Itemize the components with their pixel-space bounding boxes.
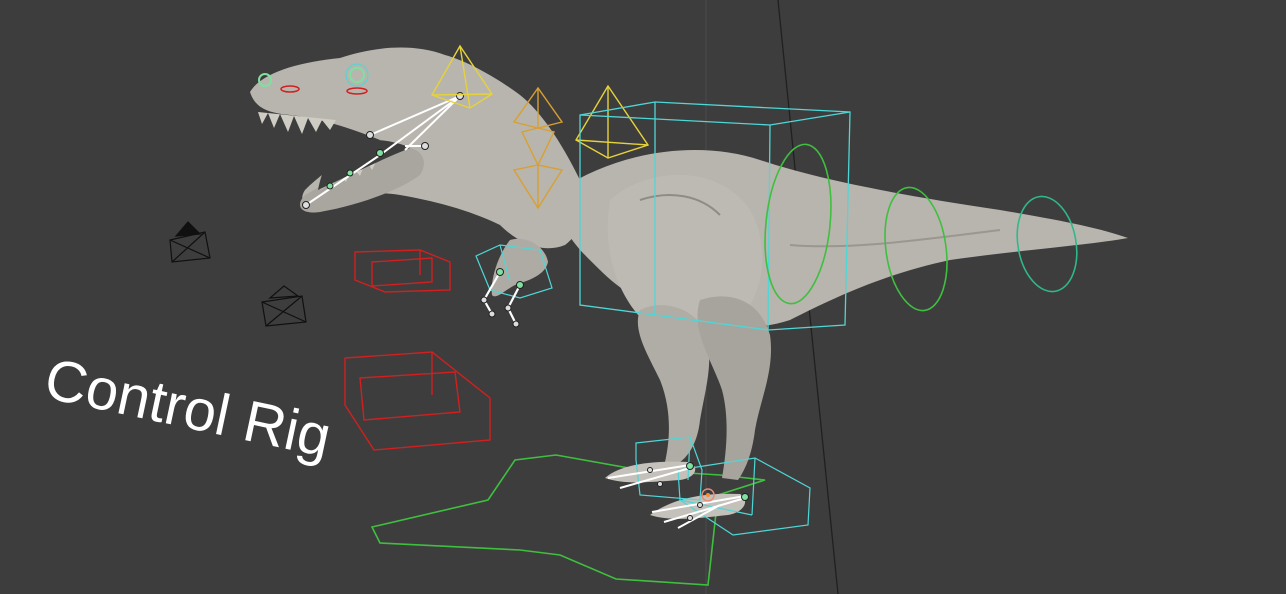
camera-icon[interactable] — [261, 285, 307, 327]
leg-right-mesh — [697, 296, 772, 480]
3d-viewport[interactable]: Control Rig — [0, 0, 1286, 594]
camera-icon[interactable] — [169, 221, 211, 263]
head-neck-mesh — [250, 47, 585, 249]
chest-control-pyramid[interactable] — [575, 84, 650, 159]
ik-target-box-lower[interactable] — [344, 351, 491, 451]
viewport-canvas[interactable] — [0, 0, 1286, 594]
ik-target-box-upper[interactable] — [354, 249, 451, 293]
